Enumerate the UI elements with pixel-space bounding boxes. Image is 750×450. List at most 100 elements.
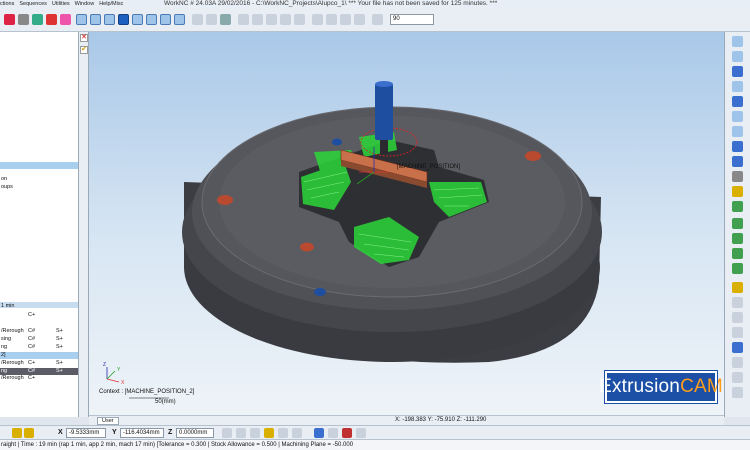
tree-row[interactable]: oups [0, 184, 78, 191]
pick-mid-icon[interactable] [278, 428, 288, 438]
view-top-icon[interactable] [76, 14, 87, 25]
hole-right-top [525, 151, 541, 161]
y-coordinate-input[interactable]: -116.4034mm [120, 428, 164, 438]
tree-row[interactable]: C+ [0, 312, 78, 319]
wire-icon[interactable] [206, 14, 217, 25]
3d-viewport[interactable]: [MACHINE_POSITION] Z X Y Context : [MACH… [89, 32, 724, 415]
green-path-icon[interactable] [732, 218, 743, 229]
shade-icon[interactable] [192, 14, 203, 25]
tree-selection-bar [0, 162, 78, 169]
simulate-icon[interactable] [732, 282, 743, 293]
rotate-icon[interactable] [60, 14, 71, 25]
snap-red-icon[interactable] [342, 428, 352, 438]
arrow-left-icon[interactable] [12, 428, 22, 438]
tree-row[interactable]: sing C# S+ [0, 336, 78, 343]
compare-icon[interactable] [732, 342, 743, 353]
axis-icon[interactable] [46, 14, 57, 25]
green-path2-icon[interactable] [732, 233, 743, 244]
tab-user[interactable]: User [97, 417, 119, 425]
close-panel-icon[interactable]: ✕ [80, 34, 88, 42]
snap-grid-icon[interactable] [314, 428, 324, 438]
arrow-right-icon[interactable] [24, 428, 34, 438]
pick-point-icon[interactable] [222, 428, 232, 438]
report-icon[interactable] [732, 387, 743, 398]
holder-icon[interactable] [732, 186, 743, 197]
cutting-tool-top [375, 81, 393, 87]
green-path4-icon[interactable] [732, 263, 743, 274]
x-coordinate-input[interactable]: -9.5333mm [66, 428, 106, 438]
tree-row[interactable]: on [0, 176, 78, 183]
view-back-icon[interactable] [146, 14, 157, 25]
view-bottom-icon[interactable] [160, 14, 171, 25]
collision-icon[interactable] [732, 312, 743, 323]
zoom-window-icon[interactable] [252, 14, 263, 25]
view-iso-icon[interactable] [118, 14, 129, 25]
angle-icon[interactable] [372, 14, 383, 25]
menu-bar: ctions Sequences Utilities Window Help/M… [0, 0, 123, 8]
grid-icon[interactable] [340, 14, 351, 25]
toolpath-icon[interactable] [4, 14, 15, 25]
menu-help[interactable]: Help/Misc [99, 0, 123, 8]
blue-stock-icon[interactable] [732, 141, 743, 152]
pick-edge-icon[interactable] [236, 428, 246, 438]
view-iso2-icon[interactable] [174, 14, 185, 25]
pick-end-icon[interactable] [292, 428, 302, 438]
cutter-icon[interactable] [732, 171, 743, 182]
tree-row[interactable]: ng C# S+ [0, 344, 78, 351]
tree-row[interactable]: /Rerough C+ S+ [0, 360, 78, 367]
pick-center-icon[interactable] [264, 428, 274, 438]
view-angle-input[interactable]: 90 [390, 14, 434, 25]
part-render: [MACHINE_POSITION] Z X Y [103, 81, 602, 399]
rotate-view-icon[interactable] [732, 111, 743, 122]
zoom-in-icon[interactable] [266, 14, 277, 25]
x-label: X [58, 429, 63, 436]
tree-row[interactable]: ng C# S+ [0, 368, 78, 375]
render-icon[interactable] [220, 14, 231, 25]
measure-icon[interactable] [294, 14, 305, 25]
menu-actions[interactable]: ctions [0, 0, 14, 8]
tree-row[interactable]: 1 min [0, 303, 78, 310]
section-icon[interactable] [312, 14, 323, 25]
tree-row[interactable]: /Rerough C# S+ [0, 328, 78, 335]
hole-left-bottom [300, 242, 314, 252]
gouge-icon[interactable] [732, 327, 743, 338]
brand-logo: Extrusion CAM [599, 370, 723, 404]
layer-icon[interactable] [326, 14, 337, 25]
stock-icon[interactable] [732, 96, 743, 107]
menu-sequences[interactable]: Sequences [19, 0, 47, 8]
view-cube2-icon[interactable] [732, 51, 743, 62]
tool-icon[interactable] [18, 14, 29, 25]
tool-select-icon[interactable] [732, 201, 743, 212]
view-right-icon[interactable] [104, 14, 115, 25]
coordinate-input-bar: X -9.5333mm Y -116.4034mm Z 0.0000mm [0, 425, 750, 439]
pick-face-icon[interactable] [250, 428, 260, 438]
check-icon[interactable] [732, 297, 743, 308]
green-path3-icon[interactable] [732, 248, 743, 259]
y-label: Y [112, 429, 117, 436]
shade-mode-icon[interactable] [732, 66, 743, 77]
view-front-icon[interactable] [90, 14, 101, 25]
light-icon[interactable] [354, 14, 365, 25]
export-icon[interactable] [732, 357, 743, 368]
snap-end-icon[interactable] [356, 428, 366, 438]
snap-obj-icon[interactable] [328, 428, 338, 438]
menu-utilities[interactable]: Utilities [52, 0, 70, 8]
post-icon[interactable] [732, 372, 743, 383]
title-bar: ctions Sequences Utilities Window Help/M… [0, 0, 750, 8]
z-coordinate-input[interactable]: 0.0000mm [176, 428, 214, 438]
view-cube-icon[interactable] [732, 36, 743, 47]
pan-icon[interactable] [280, 14, 291, 25]
tree-row[interactable]: /Rerough C+ [0, 375, 78, 382]
mesh-icon[interactable] [732, 126, 743, 137]
zoom-all-icon[interactable] [238, 14, 249, 25]
sequence-tree-panel: on oups 1 min C+ /Rerough C# S+ sing C# S+ n… [0, 32, 79, 417]
axis-z-label: Z [103, 362, 106, 368]
menu-window[interactable]: Window [75, 0, 95, 8]
confirm-icon[interactable]: ✔ [80, 46, 88, 54]
triad-icon[interactable] [32, 14, 43, 25]
panel-side-strip: ✕ ✔ [79, 32, 89, 417]
tree-row[interactable]: 2] [0, 352, 78, 359]
tool-holder-icon[interactable] [732, 156, 743, 167]
wire-mode-icon[interactable] [732, 81, 743, 92]
view-left-icon[interactable] [132, 14, 143, 25]
